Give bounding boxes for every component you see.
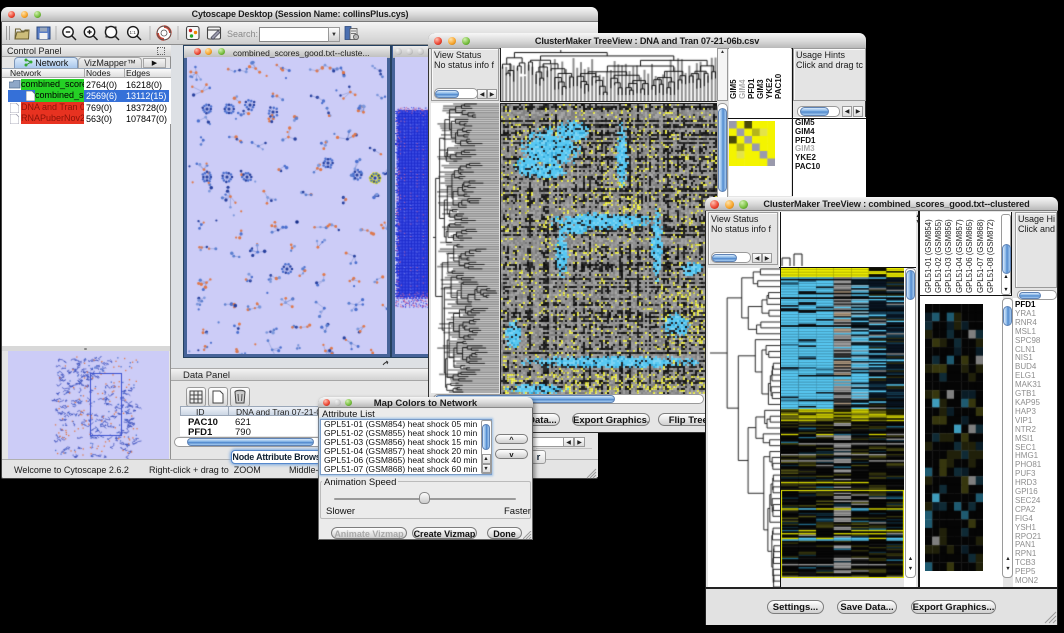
svg-text:1:1: 1:1 (130, 30, 137, 35)
